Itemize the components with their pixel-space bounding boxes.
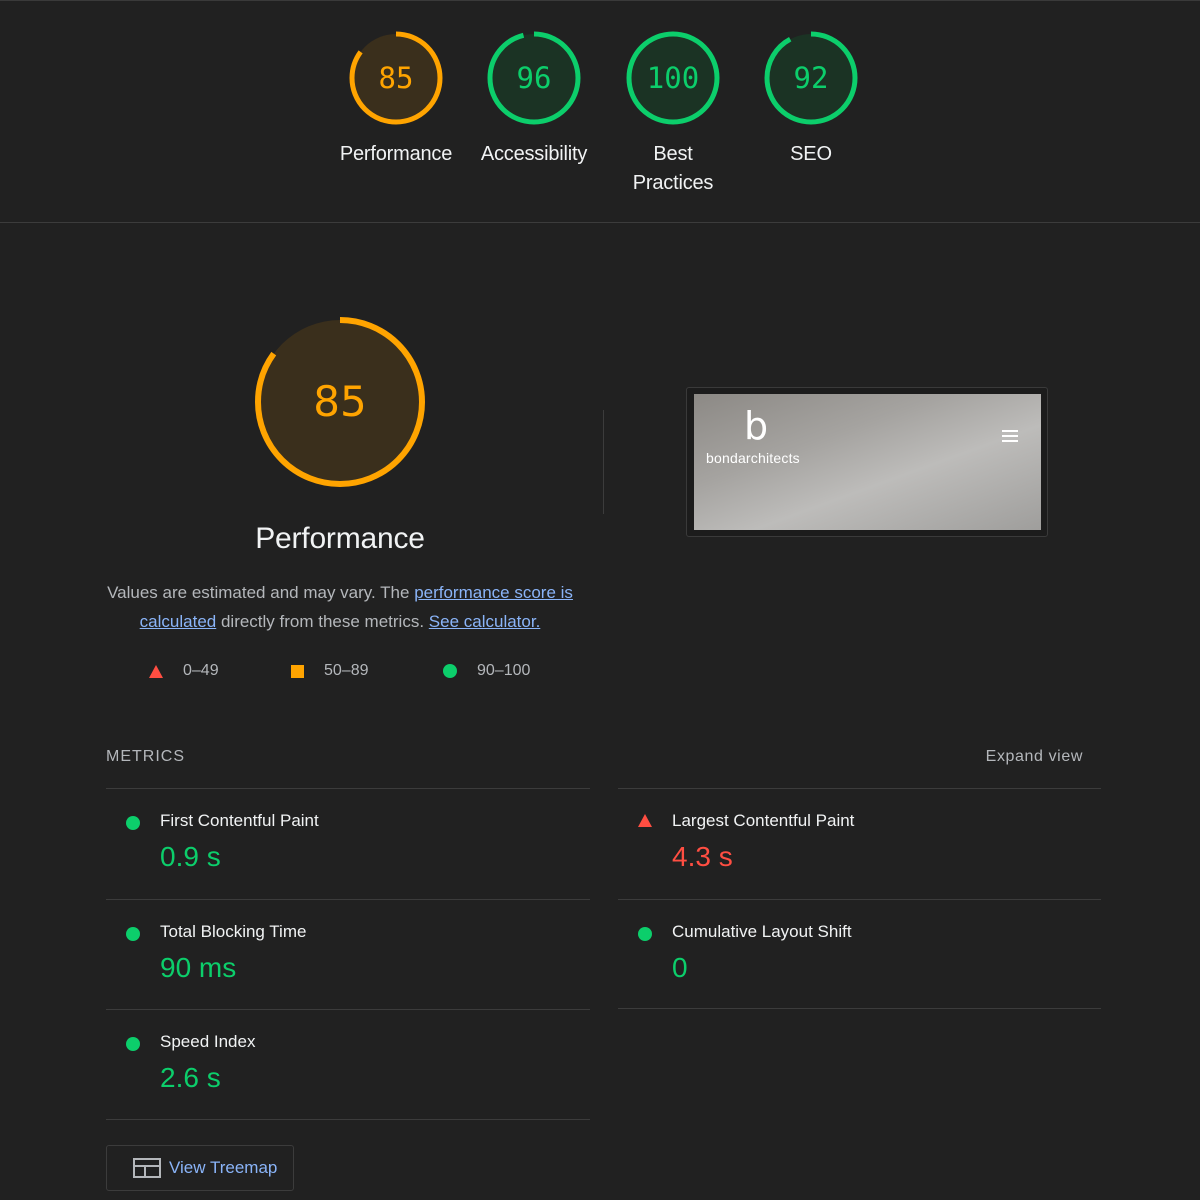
legend-range-fail: 0–49 [183,662,219,679]
gauge-performance[interactable]: 85 Performance [326,30,466,169]
metrics-divider [618,1008,1101,1009]
metric-value: 90 ms [160,952,237,983]
gauge-score: 85 [379,61,414,95]
score-summary: 85 Performance 96 Accessibility 100 Best… [0,0,1200,222]
gauge-ring-performance: 85 [349,31,443,125]
site-logo-mark: b [744,404,769,448]
treemap-icon [133,1158,161,1178]
screenshot-image: b bondarchitects [694,394,1041,530]
gauge-label-best-practices: Best Practices [632,143,714,194]
metric-speed-index: Speed Index 2.6 s [106,1010,590,1120]
gauge-seo[interactable]: 92 SEO [741,30,881,169]
metric-value: 4.3 s [672,841,733,872]
metric-total-blocking-time: Total Blocking Time 90 ms [106,900,590,1010]
metric-value: 0 [672,952,688,983]
final-screenshot[interactable]: b bondarchitects [686,387,1048,537]
gauge-label-accessibility: Accessibility [480,143,588,165]
pass-circle-icon [126,816,140,830]
header-divider [0,222,1200,223]
fail-triangle-icon [638,814,652,827]
gauge-label-seo: SEO [790,143,832,165]
performance-title: Performance [255,522,425,555]
gauge-accessibility[interactable]: 96 Accessibility [464,30,604,169]
vertical-divider [603,410,604,514]
metric-first-contentful-paint: First Contentful Paint 0.9 s [106,789,590,899]
gauge-ring-accessibility: 96 [487,31,581,125]
legend-average: 50–89 [291,660,369,682]
metric-title: Total Blocking Time [160,922,307,941]
performance-score: 85 [313,377,366,426]
gauge-score: 96 [517,61,552,95]
gauge-score: 100 [647,61,699,95]
performance-desc-prefix: Values are estimated and may vary. The [107,583,415,602]
square-icon [291,664,304,678]
pass-circle-icon [126,1037,140,1051]
metrics-heading: METRICS [106,748,185,765]
legend-fail: 0–49 [149,660,219,682]
metric-value: 2.6 s [160,1062,221,1093]
gauge-score: 92 [794,61,829,95]
pass-circle-icon [126,927,140,941]
gauge-ring-seo: 92 [764,31,858,125]
hamburger-menu-icon [1002,430,1018,444]
performance-desc-middle: directly from these metrics. [216,612,429,631]
gauge-best-practices[interactable]: 100 Best Practices [603,30,743,198]
triangle-icon [149,664,163,678]
metric-largest-contentful-paint: Largest Contentful Paint 4.3 s [618,789,1102,899]
metric-cumulative-layout-shift: Cumulative Layout Shift 0 [618,900,1102,1010]
pass-circle-icon [638,927,652,941]
legend-range-average: 50–89 [324,662,369,679]
performance-description: Values are estimated and may vary. The p… [100,578,580,636]
expand-view-toggle[interactable]: Expand view [986,748,1083,766]
gauge-label-performance: Performance [339,143,453,165]
performance-gauge-large: 85 [255,317,425,487]
metric-title: Largest Contentful Paint [672,811,855,830]
metrics-divider [106,1119,590,1120]
metric-title: Cumulative Layout Shift [672,922,852,941]
site-logo-text: bondarchitects [706,450,800,466]
metric-value: 0.9 s [160,841,221,872]
metric-title: Speed Index [160,1032,256,1051]
gauge-ring-best-practices: 100 [626,31,720,125]
legend-pass: 90–100 [443,660,530,682]
circle-icon [443,664,457,678]
see-calculator-link[interactable]: See calculator. [429,612,541,631]
legend-range-pass: 90–100 [477,662,531,679]
metric-title: First Contentful Paint [160,811,319,830]
view-treemap-label: View Treemap [169,1158,278,1177]
view-treemap-button[interactable]: View Treemap [106,1145,294,1191]
